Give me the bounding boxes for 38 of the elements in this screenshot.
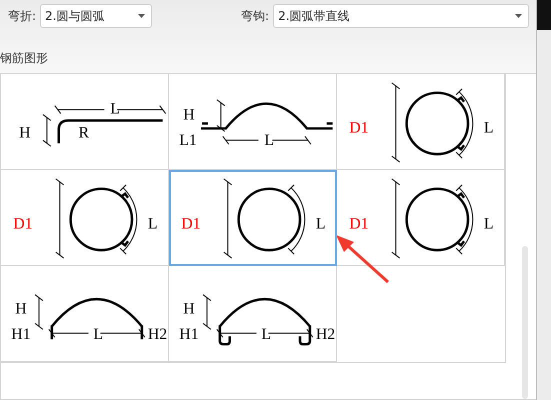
shape-tile[interactable]: D1 L xyxy=(1,170,169,266)
dimension-label: H xyxy=(19,124,31,142)
dimension-label: L xyxy=(110,100,120,118)
scrollbar[interactable] xyxy=(522,246,528,399)
dimension-label: L xyxy=(264,132,274,150)
shape-tile[interactable]: H H1 L H2 xyxy=(169,266,337,362)
dimension-label: D1 xyxy=(349,215,369,232)
caret-icon xyxy=(515,14,522,18)
dropdown[interactable]: 2.圆与圆弧 xyxy=(40,4,152,28)
dimension-label: L xyxy=(93,326,104,344)
dimension-label: H1 xyxy=(179,326,199,344)
dimension-label: D1 xyxy=(349,119,369,136)
filter-label: 弯折: xyxy=(8,8,36,24)
caret-icon xyxy=(138,14,146,18)
section-title: 钢筋图形 xyxy=(0,50,49,67)
dimension-label: D1 xyxy=(181,215,201,232)
dimension-label: L xyxy=(148,215,158,232)
dimension-label: H xyxy=(15,300,27,318)
shape-tile[interactable]: H L1 L xyxy=(169,74,337,170)
dimension-label: H xyxy=(183,300,195,318)
dimension-label: L1 xyxy=(179,132,197,150)
dimension-label: L xyxy=(484,215,494,232)
shape-tile[interactable]: H R L xyxy=(1,74,169,170)
filter-label: 弯钩: xyxy=(241,8,270,24)
dimension-label: R xyxy=(78,124,90,142)
dimension-label: H2 xyxy=(316,326,336,344)
shape-tile[interactable]: D1 L xyxy=(337,74,505,170)
dimension-label: H1 xyxy=(11,326,31,344)
dimension-label: L xyxy=(261,326,272,344)
dimension-label: H2 xyxy=(148,326,168,344)
dropdown[interactable]: 2.圆弧带直线 xyxy=(273,4,530,28)
dimension-label: L xyxy=(316,215,326,232)
shape-tile[interactable]: H H1 L H2 xyxy=(1,266,169,362)
dimension-label: L xyxy=(484,119,494,136)
shape-tile[interactable]: D1 L xyxy=(337,170,505,266)
dimension-label: D1 xyxy=(13,215,33,232)
shape-tile[interactable]: D1 L xyxy=(169,170,337,266)
dimension-label: H xyxy=(183,106,195,124)
